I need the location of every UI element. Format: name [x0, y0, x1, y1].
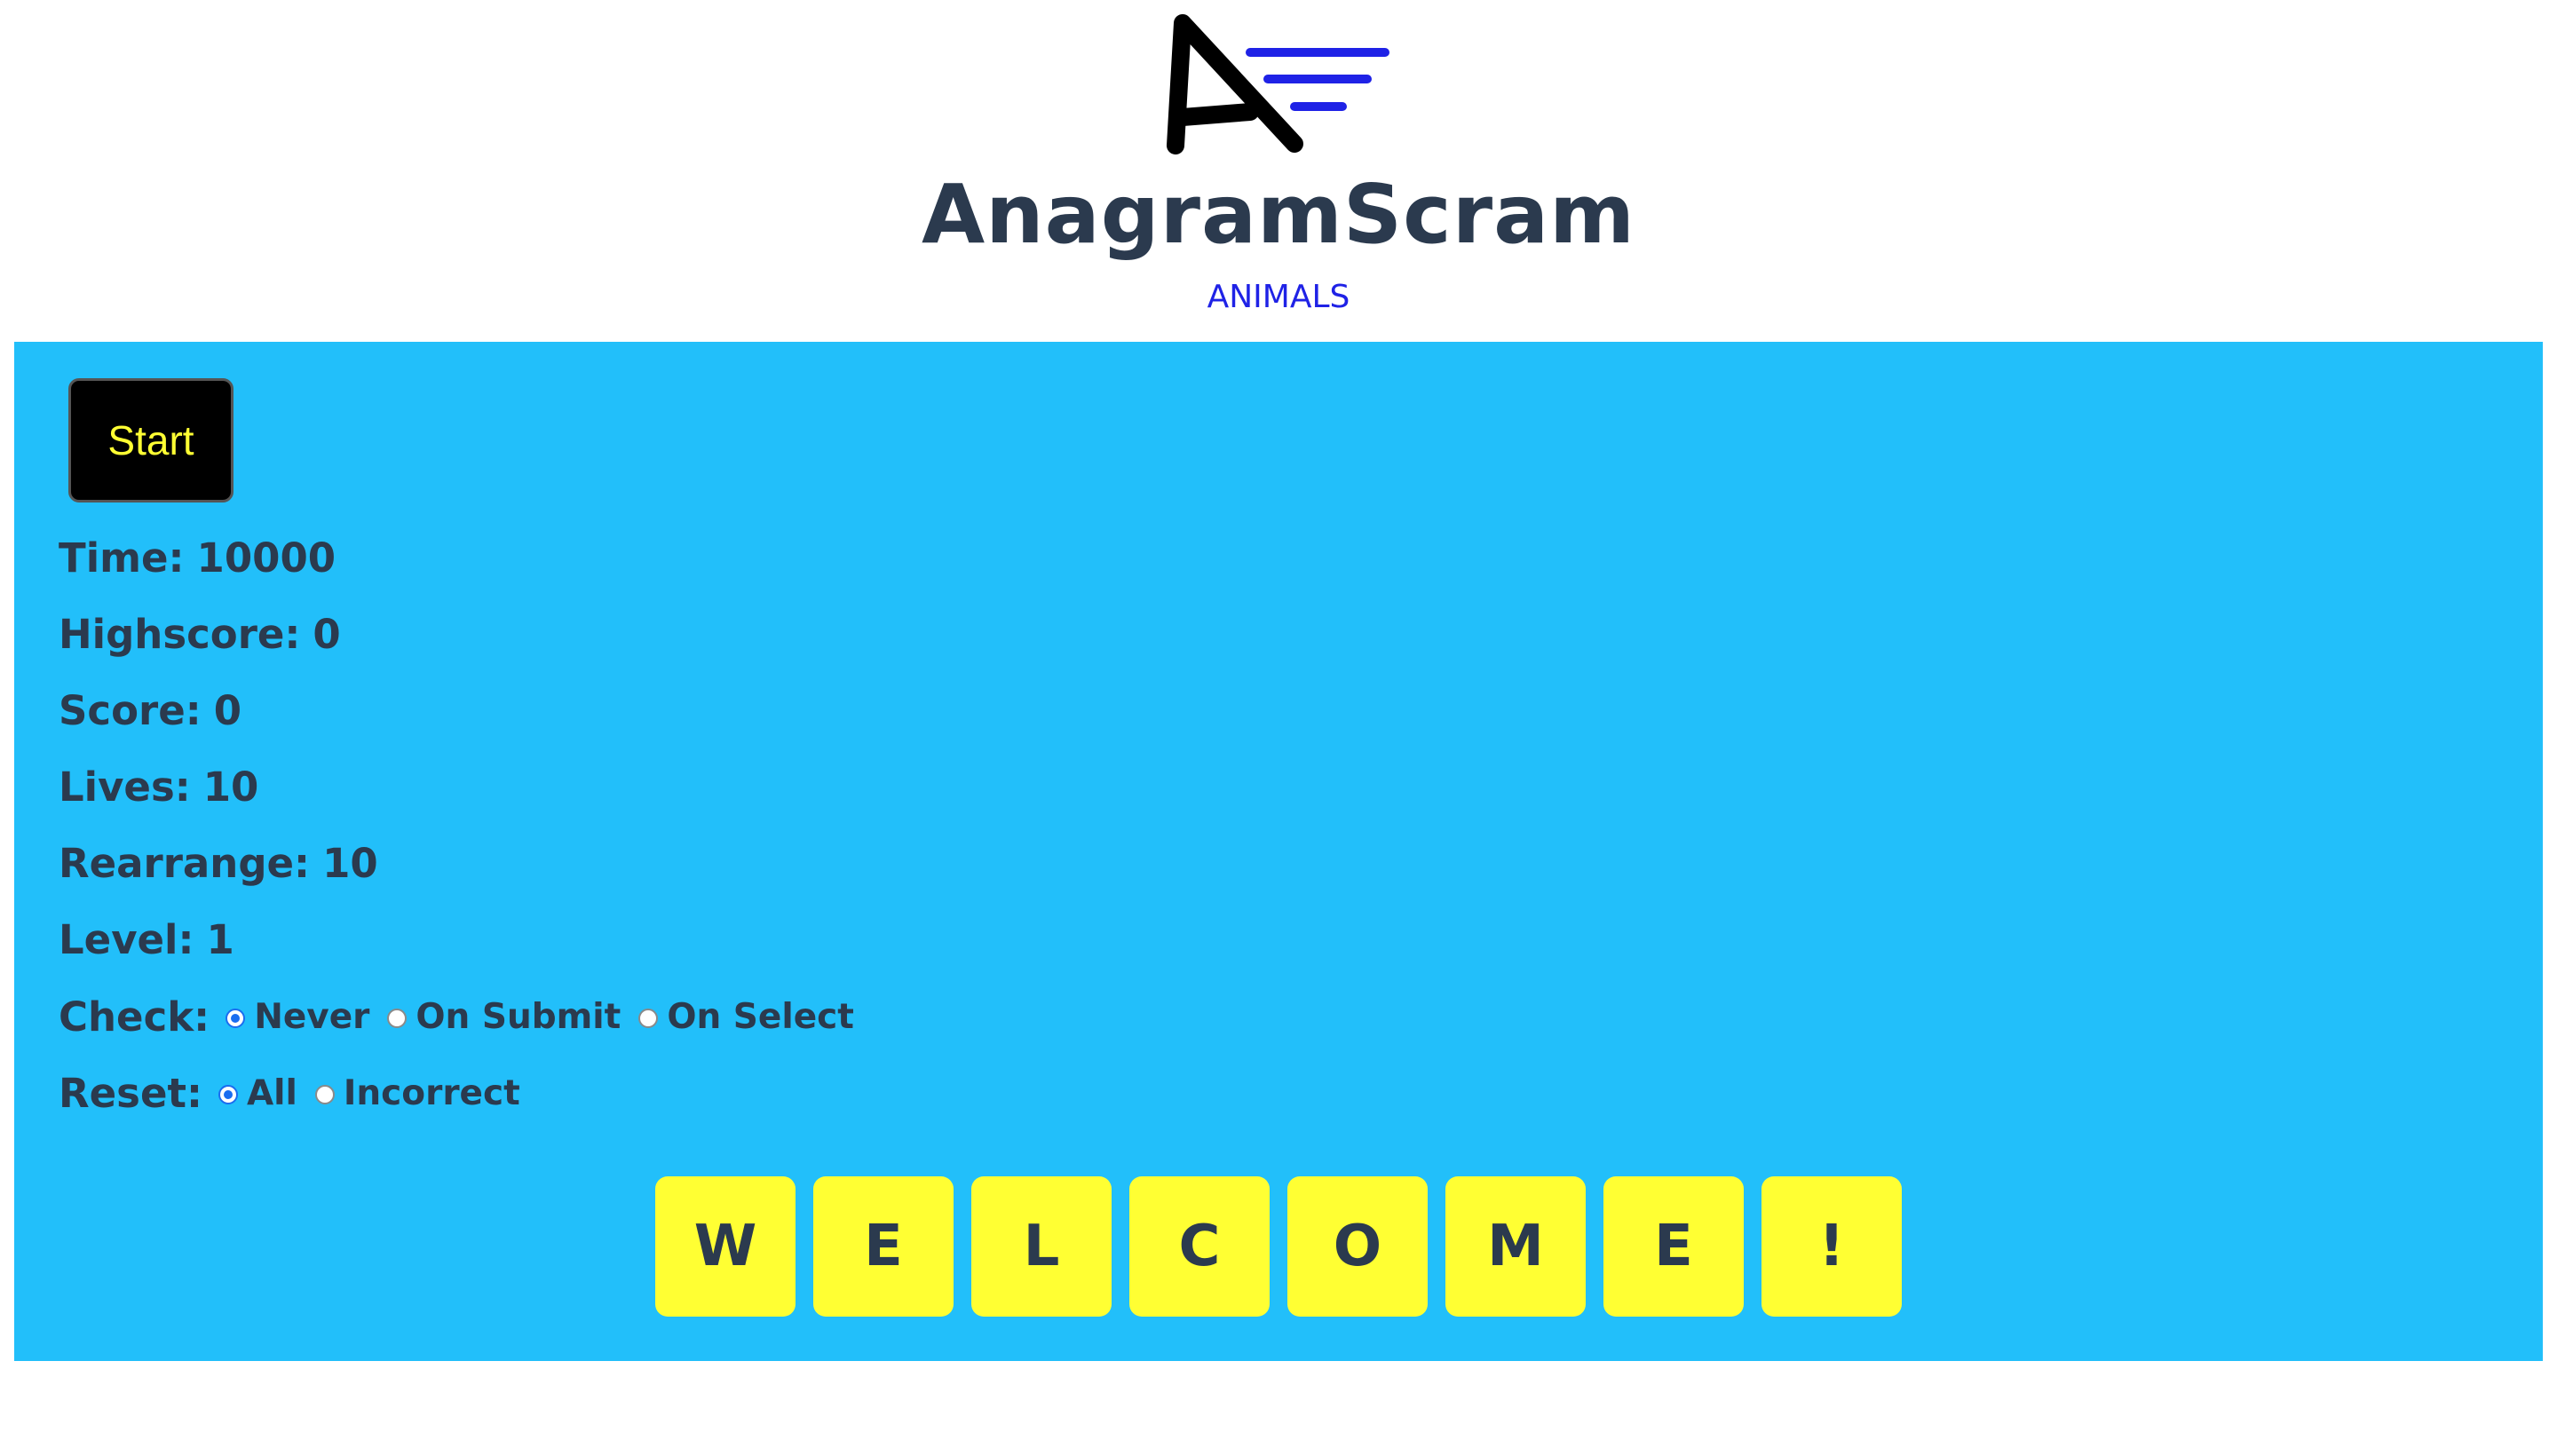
lives-label: Lives: [59, 764, 191, 811]
time-stat: Time: 10000 [59, 532, 336, 585]
level-label: Level: [59, 916, 194, 963]
reset-options: Reset: All Incorrect [59, 1066, 538, 1120]
lives-stat: Lives: 10 [59, 761, 258, 814]
reset-incorrect-radio[interactable] [314, 1085, 335, 1104]
highscore-label: Highscore: [59, 611, 301, 658]
highscore-value: 0 [313, 611, 341, 658]
rearrange-stat: Rearrange: 10 [59, 837, 378, 890]
header: AnagramScram ANIMALS [0, 0, 2557, 337]
app-title: AnagramScram [921, 167, 1636, 262]
letter-tile[interactable]: ! [1761, 1176, 1902, 1317]
time-label: Time: [59, 534, 185, 582]
letter-tiles: W E L C O M E ! [655, 1176, 1920, 1318]
level-value: 1 [206, 916, 234, 963]
check-on-submit-label[interactable]: On Submit [416, 997, 621, 1037]
rearrange-value: 10 [322, 840, 378, 887]
check-never-radio[interactable] [226, 1009, 246, 1028]
letter-tile[interactable]: E [1603, 1176, 1744, 1317]
check-on-select-radio[interactable] [638, 1009, 659, 1028]
time-value: 10000 [196, 534, 336, 582]
letter-tile[interactable]: E [813, 1176, 954, 1317]
lives-value: 10 [202, 764, 259, 811]
check-option-on-submit[interactable]: On Submit [387, 997, 621, 1037]
check-on-submit-radio[interactable] [387, 1009, 408, 1028]
reset-all-radio[interactable] [218, 1085, 238, 1104]
check-options: Check: Never On Submit On Select [59, 990, 872, 1043]
start-button[interactable]: Start [68, 378, 234, 502]
check-option-on-select[interactable]: On Select [638, 997, 854, 1037]
game-panel: Start Time: 10000 Highscore: 0 Score: 0 Liv… [14, 342, 2543, 1361]
check-label: Check: [59, 993, 210, 1041]
letter-tile[interactable]: C [1129, 1176, 1270, 1317]
page: AnagramScram ANIMALS Start Time: 10000 Hi… [0, 0, 2557, 1456]
check-never-label[interactable]: Never [254, 997, 369, 1037]
category-subtitle: ANIMALS [1207, 279, 1350, 315]
level-stat: Level: 1 [59, 914, 234, 967]
reset-label: Reset: [59, 1069, 202, 1117]
letter-tile[interactable]: W [655, 1176, 796, 1317]
check-option-never[interactable]: Never [226, 997, 369, 1037]
reset-incorrect-label[interactable]: Incorrect [344, 1073, 520, 1113]
score-value: 0 [213, 687, 242, 734]
reset-option-incorrect[interactable]: Incorrect [314, 1073, 520, 1113]
highscore-stat: Highscore: 0 [59, 608, 341, 661]
check-on-select-label[interactable]: On Select [667, 997, 854, 1037]
score-stat: Score: 0 [59, 684, 241, 738]
reset-option-all[interactable]: All [218, 1073, 297, 1113]
anagramscram-logo-icon [1167, 14, 1389, 154]
letter-tile[interactable]: L [971, 1176, 1112, 1317]
letter-tile[interactable]: O [1287, 1176, 1428, 1317]
score-label: Score: [59, 687, 202, 734]
letter-tile[interactable]: M [1445, 1176, 1586, 1317]
reset-all-label[interactable]: All [247, 1073, 297, 1113]
rearrange-label: Rearrange: [59, 840, 311, 887]
